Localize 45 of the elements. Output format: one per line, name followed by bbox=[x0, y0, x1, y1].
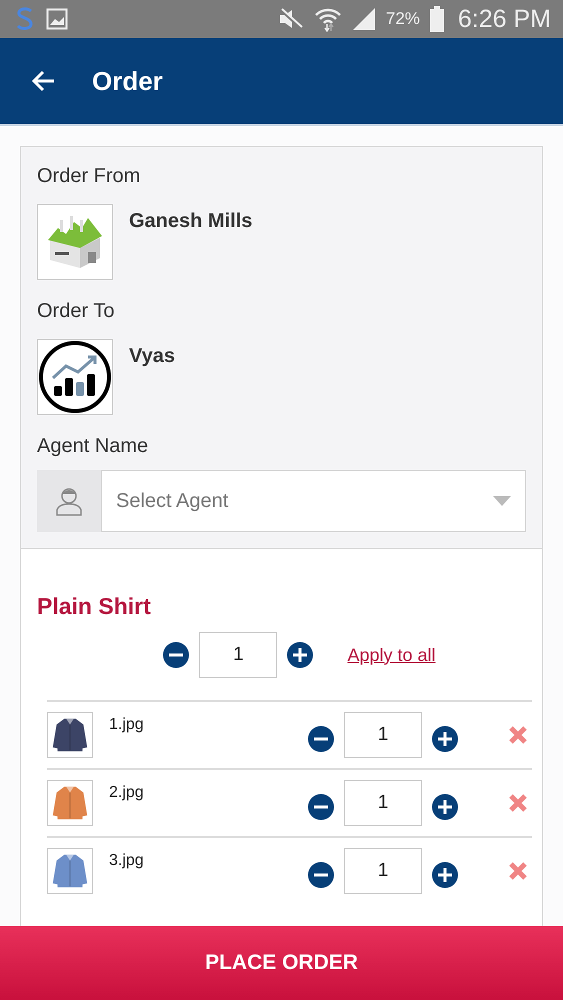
file-name: 3.jpg bbox=[109, 852, 145, 870]
file-name: 1.jpg bbox=[109, 716, 145, 734]
minus-icon bbox=[314, 806, 328, 808]
plus-icon bbox=[438, 732, 452, 746]
supplier-name: Ganesh Mills bbox=[129, 210, 252, 234]
apply-to-all-link[interactable]: Apply to all bbox=[347, 644, 436, 666]
minus-icon bbox=[169, 654, 184, 656]
decrease-button[interactable] bbox=[308, 726, 334, 752]
order-from-label: Order From bbox=[37, 165, 142, 188]
place-order-button[interactable]: PLACE ORDER bbox=[0, 926, 563, 1000]
chart-icon bbox=[37, 339, 113, 415]
agent-dropdown[interactable]: Select Agent bbox=[101, 470, 526, 532]
file-name: 2.jpg bbox=[109, 784, 145, 802]
agent-icon bbox=[37, 470, 101, 532]
decrease-button[interactable] bbox=[308, 794, 334, 820]
quantity-field[interactable]: 1 bbox=[344, 780, 422, 826]
factory-icon bbox=[37, 204, 113, 280]
decrease-button[interactable] bbox=[163, 642, 190, 668]
product-title: Plain Shirt bbox=[37, 593, 151, 619]
increase-button[interactable] bbox=[287, 642, 314, 668]
plus-icon bbox=[293, 648, 308, 662]
quantity-field[interactable]: 1 bbox=[344, 712, 422, 758]
increase-button[interactable] bbox=[432, 794, 458, 820]
mute-icon bbox=[278, 7, 304, 31]
plus-icon bbox=[438, 868, 452, 882]
plus-icon bbox=[438, 800, 452, 814]
caret-icon bbox=[493, 496, 511, 506]
clock: 6:26 PM bbox=[458, 4, 551, 34]
signal-icon bbox=[352, 7, 376, 31]
customer-name: Vyas bbox=[129, 345, 175, 369]
increase-button[interactable] bbox=[432, 862, 458, 888]
quantity-field[interactable]: 1 bbox=[199, 632, 278, 678]
battery-icon bbox=[430, 6, 444, 32]
order-to-label: Order To bbox=[37, 300, 116, 323]
image-icon bbox=[46, 8, 68, 30]
quantity-field[interactable]: 1 bbox=[344, 848, 422, 894]
wifi-icon bbox=[314, 6, 342, 32]
screen-title: Order bbox=[92, 66, 163, 96]
agent-name-label: Agent Name bbox=[37, 435, 150, 458]
minus-icon bbox=[314, 738, 328, 740]
decrease-button[interactable] bbox=[308, 862, 334, 888]
back-button[interactable] bbox=[30, 69, 56, 93]
minus-icon bbox=[314, 874, 328, 876]
battery-percentage: 72% bbox=[386, 9, 420, 29]
increase-button[interactable] bbox=[432, 726, 458, 752]
